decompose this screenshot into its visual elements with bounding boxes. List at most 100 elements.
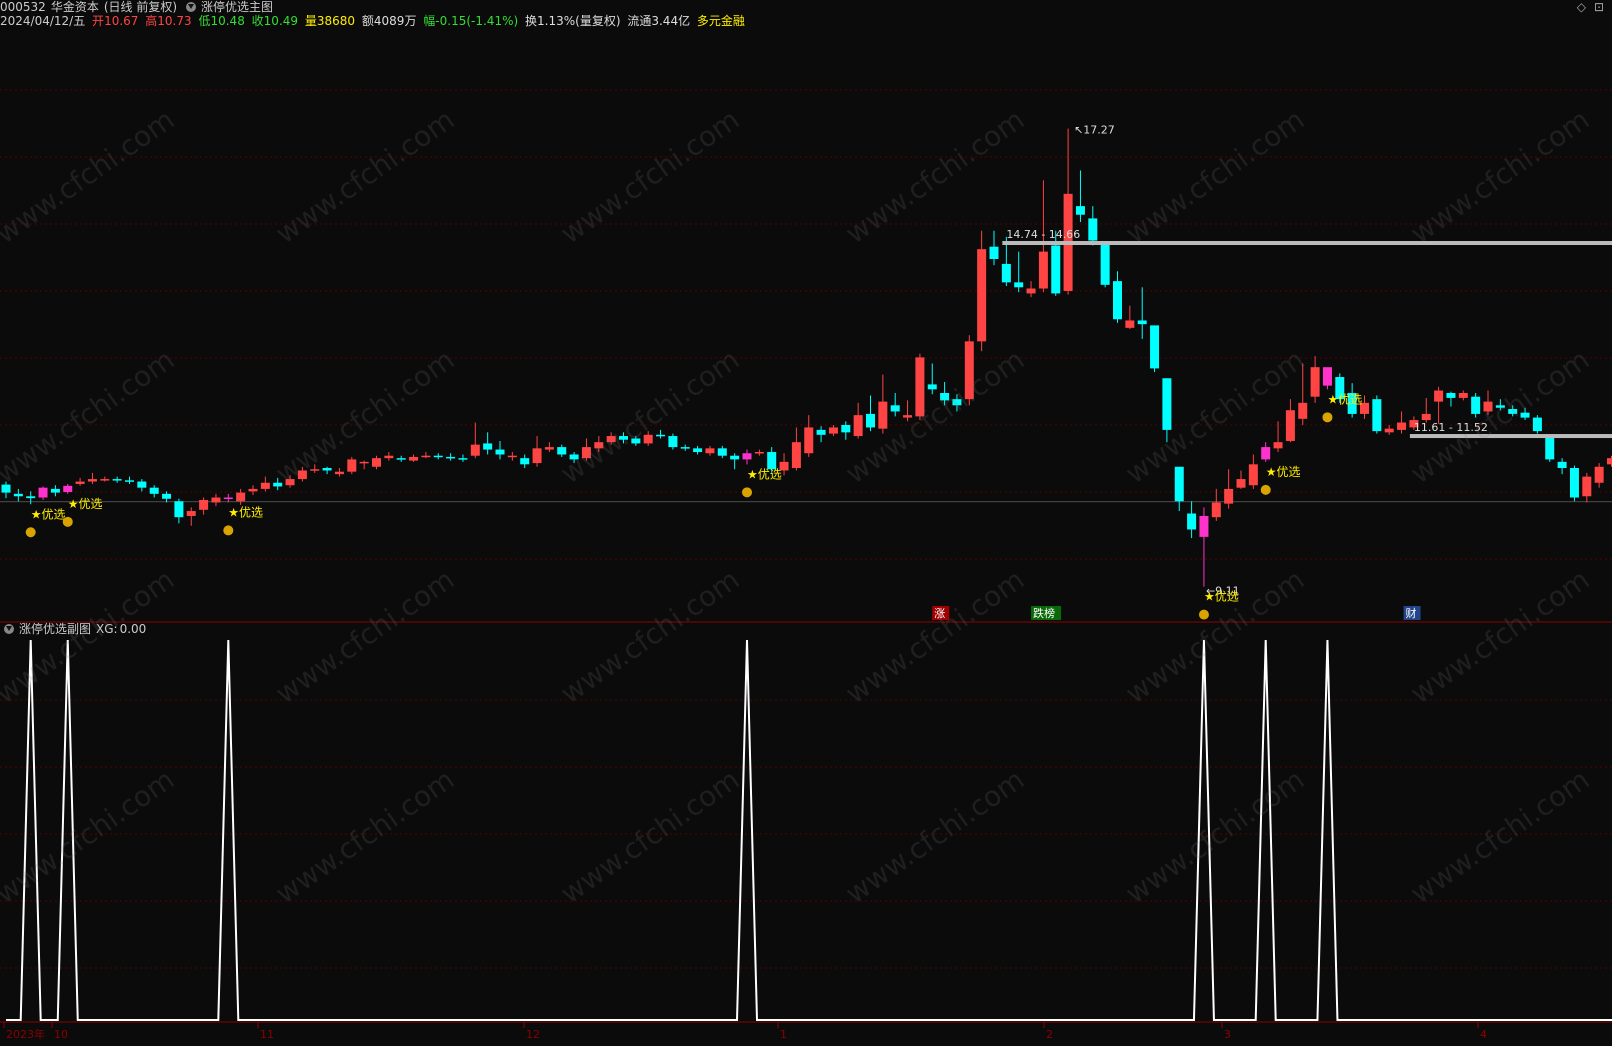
candle-body [458,458,468,460]
dropdown-icon[interactable] [4,624,14,634]
signal-label: ★优选 [1327,392,1362,406]
candle-body [841,424,851,433]
money-bag-icon [742,487,752,498]
resistance-bar [1002,241,1612,246]
candle-body [372,458,381,467]
candle-body [828,427,838,434]
event-tag: 涨 [934,607,945,620]
candle-body [1150,325,1160,369]
candle-body [495,449,505,455]
candle-body [643,434,653,444]
candle-body [1100,243,1110,285]
candle-body [396,458,406,460]
candle-body [964,341,974,400]
candle-body [754,452,764,454]
candle-body [446,456,456,459]
candle-body [347,459,357,472]
candle-body [1075,206,1085,215]
candle-body [1298,402,1308,419]
candle-body [927,384,937,390]
candle-body [186,511,196,516]
candle-body [248,488,258,492]
candle-body [1594,466,1604,483]
candle-body [1026,288,1036,294]
candle-body [619,436,628,440]
candle-body [853,415,863,437]
candle-body [1384,428,1394,433]
candle-body [1458,393,1468,398]
candle-body [1,484,11,493]
candle-body [1137,320,1147,325]
candle-body [804,427,814,454]
candle-body [742,453,752,460]
candle-body [581,447,591,459]
candle-body [656,434,666,437]
event-tag: 跌榜 [1033,606,1055,620]
candle-body [322,468,332,471]
candle-body [100,479,110,481]
sub-indicator-name[interactable]: 涨停优选副图 [19,622,91,636]
x-tick-label: 2023年 [6,1027,45,1041]
money-bag-icon [62,516,73,527]
grid-lines [0,89,1612,1023]
candle-body [13,493,23,497]
candle-body [1532,417,1542,432]
money-bag-icon [1322,412,1333,423]
candle-body [409,456,419,461]
candle-body [384,455,394,459]
candle-body [866,413,875,428]
candle-body [87,479,97,482]
candle-body [668,436,678,448]
candle-body [273,482,283,487]
candle-body [680,447,690,449]
x-tick-label: 12 [526,1028,540,1041]
candle-body [137,481,147,488]
candle-body [1520,412,1530,418]
candle-body [483,443,493,450]
candle-body [174,501,184,518]
resistance-label: 14.74 - 14.66 [1006,228,1080,241]
candle-body [544,447,554,450]
signal-label: ★优选 [1266,465,1301,479]
x-axis: 2023年 10 11 12 1 2 3 4 [3,1022,1487,1041]
support-label: 11.61 - 11.52 [1414,421,1488,434]
candle-body [520,458,530,465]
candle-body [1038,251,1048,289]
candle-body [1001,263,1011,283]
candle-body [1261,447,1271,460]
candle-body [816,429,826,435]
candle-body [1187,513,1197,530]
candle-body [199,499,209,510]
candle-body [1421,413,1431,421]
candle-body [693,448,703,453]
candle-body [26,496,36,499]
candle-body [1174,466,1184,502]
candle-body [1545,437,1555,460]
chart-canvas[interactable]: ↖17.27←9.1114.74 - 14.6611.61 - 11.52★优选… [0,0,1612,1046]
candle-body [1372,399,1382,432]
candle-body [1051,245,1061,294]
annotation-layer: ↖17.27←9.1114.74 - 14.6611.61 - 11.52★优选… [25,124,1612,620]
candle-body [1495,405,1505,408]
x-tick-label: 1 [780,1028,787,1041]
candle-body [1397,422,1407,430]
x-tick-label: 3 [1224,1028,1231,1041]
xg-label: XG: [96,622,118,636]
candle-body [878,401,888,429]
candle-body [989,246,999,259]
candle-body [223,497,233,500]
xg-value: 0.00 [119,622,147,636]
x-tick-label: 2 [1046,1028,1053,1041]
candle-body [569,454,579,460]
candle-body [1434,390,1444,402]
candle-body [791,442,801,469]
candle-body [1236,479,1246,488]
candle-body [470,444,480,456]
candle-body [1582,476,1592,497]
candle-body [260,482,270,489]
candle-body [952,399,962,406]
candle-body [717,448,727,456]
candle-body [1607,458,1612,465]
high-price-label: ↖17.27 [1074,124,1115,137]
candle-body [1211,502,1221,518]
